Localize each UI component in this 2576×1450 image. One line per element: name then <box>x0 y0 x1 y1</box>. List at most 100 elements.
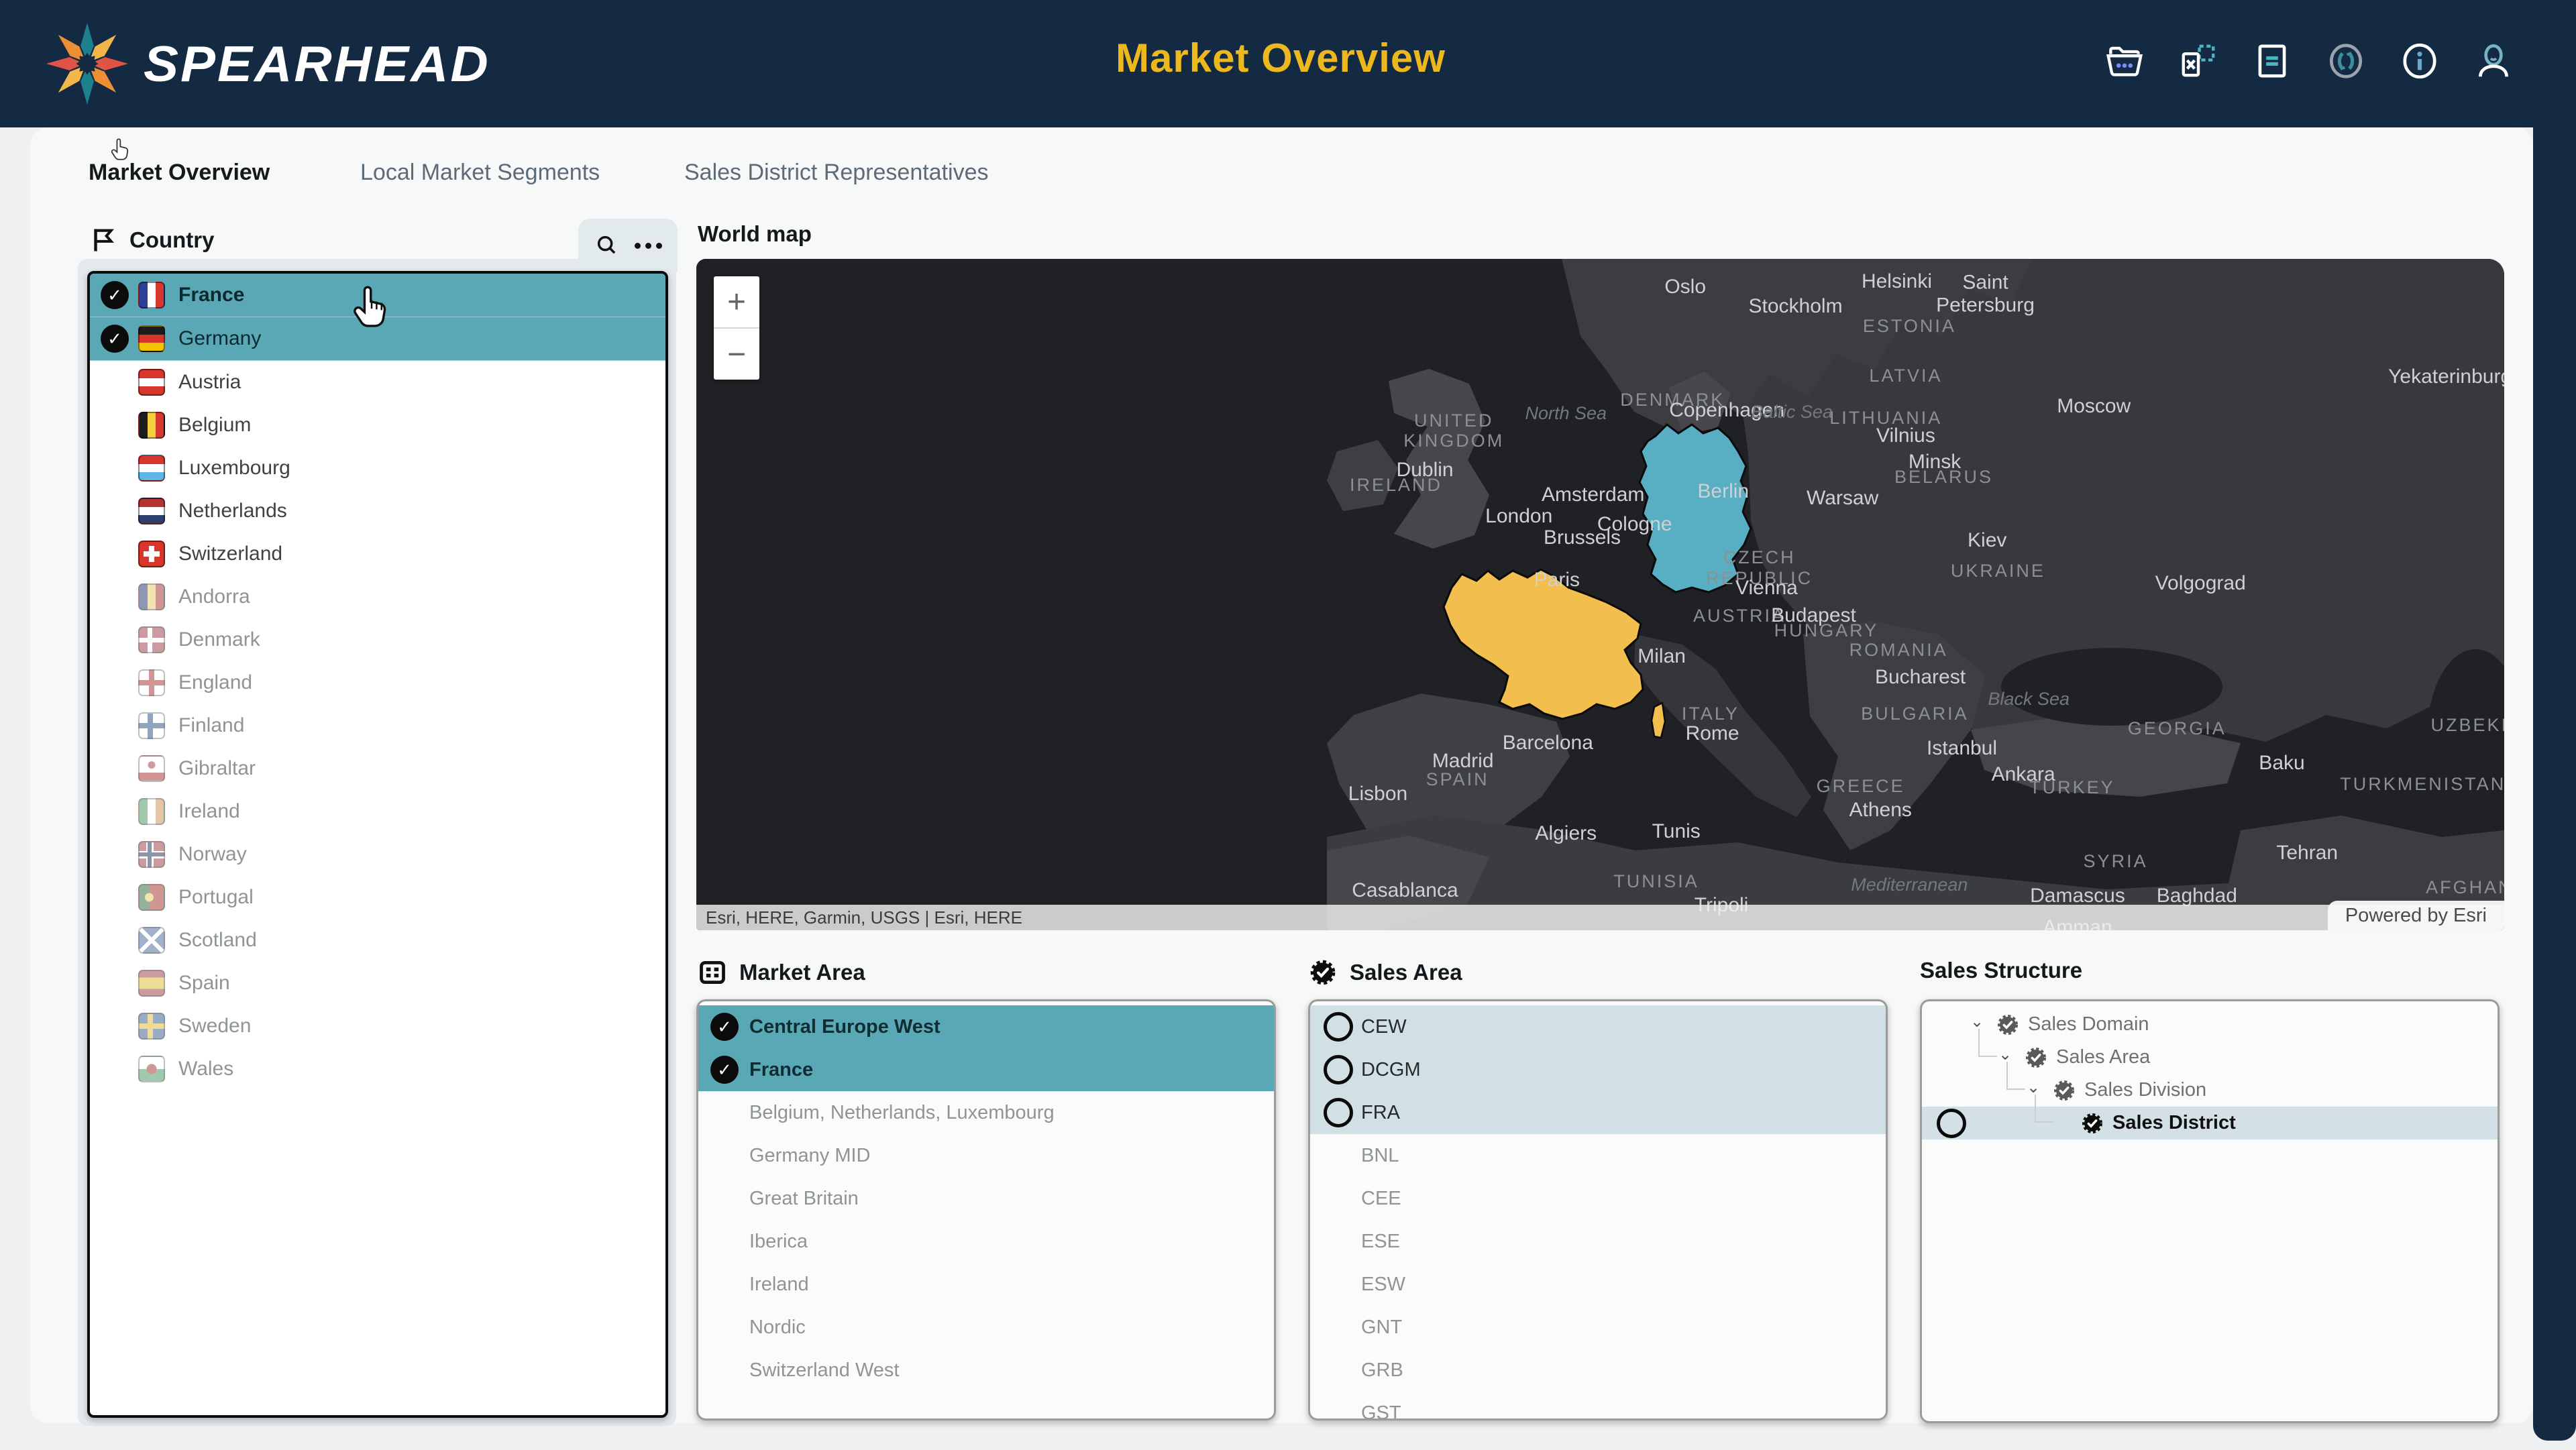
country-flag-icon <box>138 669 165 696</box>
country-label: Netherlands <box>178 500 287 522</box>
country-header: Country <box>89 225 215 255</box>
sales-area-item[interactable]: DCGM <box>1310 1048 1886 1091</box>
check-icon: ✓ <box>101 281 129 309</box>
market-area-listbox[interactable]: ✓ Central Europe West ✓ France ✓ Belgium… <box>696 999 1276 1420</box>
market-area-item[interactable]: ✓ Switzerland West <box>698 1349 1274 1392</box>
country-label: Belgium <box>178 414 251 437</box>
market-area-item[interactable]: ✓ Great Britain <box>698 1177 1274 1220</box>
tab-sales-district-representatives[interactable]: Sales District Representatives <box>684 160 989 186</box>
page-title: Market Overview <box>1116 35 1446 81</box>
check-icon: ✓ <box>710 1056 739 1084</box>
search-icon[interactable] <box>594 233 620 258</box>
sheet-notes-icon[interactable] <box>2250 39 2294 83</box>
sales-area-label: CEE <box>1361 1188 1401 1210</box>
country-label: France <box>178 284 244 306</box>
gear-check-icon <box>2024 1046 2048 1070</box>
sales-area-label: BNL <box>1361 1145 1399 1167</box>
sales-area-label: GST <box>1361 1402 1401 1421</box>
check-icon: ✓ <box>101 325 129 353</box>
tree-node-label: Sales Domain <box>2028 1013 2149 1036</box>
country-list-item[interactable]: ✓ Ireland <box>90 790 665 833</box>
sales-area-item[interactable]: CEW <box>1310 1005 1886 1048</box>
country-label: Scotland <box>178 929 257 952</box>
sales-area-listbox[interactable]: CEW DCGM FRA BNL CEE ESE ESW GNT <box>1308 999 1888 1420</box>
info-icon[interactable] <box>2398 39 2442 83</box>
country-flag-icon <box>138 841 165 868</box>
check-icon: ✓ <box>710 1013 739 1041</box>
country-label: Sweden <box>178 1015 251 1038</box>
world-map[interactable]: OsloStockholmHelsinkiSaint PetersburgEST… <box>696 259 2504 930</box>
country-list-item[interactable]: ✓ Austria <box>90 361 665 404</box>
market-area-label: Belgium, Netherlands, Luxembourg <box>749 1102 1055 1124</box>
country-flag-icon <box>138 970 165 997</box>
country-label: Switzerland <box>178 543 282 565</box>
sales-area-item[interactable]: BNL <box>1310 1134 1886 1177</box>
map-basemap <box>696 259 2504 930</box>
country-list-item[interactable]: ✓ Luxembourg <box>90 447 665 490</box>
country-list-item[interactable]: ✓ Wales <box>90 1048 665 1091</box>
sales-structure-tree[interactable]: ⌄ Sales Domain ⌄ Sales Area ⌄ <box>1920 999 2500 1423</box>
country-list-item[interactable]: ✓ Gibraltar <box>90 747 665 790</box>
sales-area-item[interactable]: GNT <box>1310 1306 1886 1349</box>
market-area-item[interactable]: ✓ France <box>698 1048 1274 1091</box>
country-list-item[interactable]: ✓ Norway <box>90 833 665 876</box>
country-label: Germany <box>178 327 261 350</box>
country-flag-icon <box>138 626 165 653</box>
gear-check-icon <box>1308 958 1338 987</box>
country-list-item[interactable]: ✓ Portugal <box>90 876 665 919</box>
country-list-item[interactable]: ✓ England <box>90 661 665 704</box>
grid-icon <box>698 958 727 987</box>
kebab-menu-icon[interactable] <box>635 243 662 249</box>
market-area-title: Market Area <box>739 960 865 985</box>
market-area-item[interactable]: ✓ Nordic <box>698 1306 1274 1349</box>
country-list-item[interactable]: ✓ Scotland <box>90 919 665 962</box>
sales-area-item[interactable]: ESW <box>1310 1263 1886 1306</box>
open-app-icon[interactable] <box>2102 39 2147 83</box>
country-list-item[interactable]: ✓ Andorra <box>90 575 665 618</box>
country-list-item[interactable]: ✓ Netherlands <box>90 490 665 533</box>
country-label: Austria <box>178 371 241 394</box>
sales-area-header: Sales Area <box>1308 958 1462 987</box>
country-list-item[interactable]: ✓ Germany <box>90 317 665 361</box>
sales-area-item[interactable]: FRA <box>1310 1091 1886 1134</box>
map-title: World map <box>698 221 812 247</box>
country-label: Finland <box>178 714 244 737</box>
country-flag-icon <box>138 884 165 911</box>
country-list-item[interactable]: ✓ Belgium <box>90 404 665 447</box>
reload-icon[interactable] <box>2324 39 2368 83</box>
country-label: Wales <box>178 1058 233 1080</box>
sales-area-label: ESW <box>1361 1274 1405 1296</box>
market-area-item[interactable]: ✓ Belgium, Netherlands, Luxembourg <box>698 1091 1274 1134</box>
sales-area-item[interactable]: ESE <box>1310 1220 1886 1263</box>
country-list-item[interactable]: ✓ Switzerland <box>90 533 665 575</box>
tree-node[interactable]: ⌄ Sales Division <box>1922 1074 2498 1107</box>
clear-selections-icon[interactable] <box>2176 39 2220 83</box>
sales-area-item[interactable]: GST <box>1310 1392 1886 1420</box>
market-area-item[interactable]: ✓ Iberica <box>698 1220 1274 1263</box>
country-list-item[interactable]: ✓ Denmark <box>90 618 665 661</box>
market-area-item[interactable]: ✓ Central Europe West <box>698 1005 1274 1048</box>
country-list-item[interactable]: ✓ Finland <box>90 704 665 747</box>
country-label: Spain <box>178 972 230 995</box>
gear-check-icon <box>2052 1078 2076 1103</box>
country-flag-icon <box>138 755 165 782</box>
market-area-item[interactable]: ✓ Germany MID <box>698 1134 1274 1177</box>
profile-icon[interactable] <box>2471 39 2516 83</box>
sales-area-item[interactable]: GRB <box>1310 1349 1886 1392</box>
tree-node[interactable]: ⌄ Sales District <box>1922 1107 2498 1139</box>
sales-area-item[interactable]: CEE <box>1310 1177 1886 1220</box>
country-listbox[interactable]: ✓ France ✓ Germany ✓ Austria ✓ Belgium ✓… <box>87 271 668 1418</box>
zoom-out-button[interactable]: − <box>714 327 759 380</box>
country-list-item[interactable]: ✓ France <box>90 274 665 317</box>
market-area-label: Germany MID <box>749 1145 870 1167</box>
country-list-item[interactable]: ✓ Sweden <box>90 1005 665 1048</box>
country-list-item[interactable]: ✓ Spain <box>90 962 665 1005</box>
sales-area-label: FRA <box>1361 1102 1400 1124</box>
zoom-in-button[interactable]: + <box>714 276 759 327</box>
tab-local-market-segments[interactable]: Local Market Segments <box>360 160 600 186</box>
market-area-item[interactable]: ✓ Ireland <box>698 1263 1274 1306</box>
radio-circle-icon <box>1324 1012 1353 1042</box>
tab-market-overview[interactable]: Market Overview <box>89 160 270 186</box>
tree-node[interactable]: ⌄ Sales Domain <box>1922 1008 2498 1041</box>
country-flag-icon <box>138 1056 165 1082</box>
